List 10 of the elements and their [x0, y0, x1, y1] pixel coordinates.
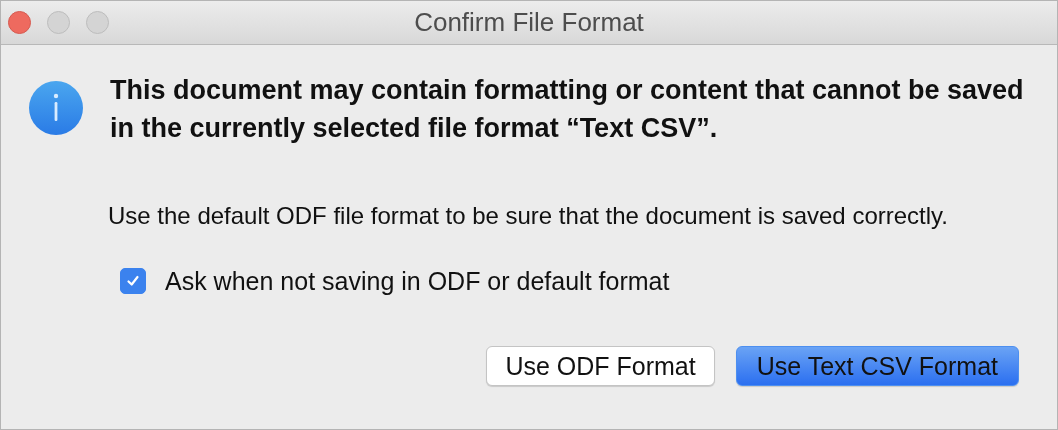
default-button[interactable]: Use Text CSV Format: [735, 346, 1019, 386]
dialog-button[interactable]: Use ODF Format: [486, 346, 715, 386]
window-title: Confirm File Format: [414, 7, 644, 38]
checkbox-label: Ask when not saving in ODF or default format: [165, 266, 670, 296]
close-button[interactable]: [8, 11, 31, 34]
ask-checkbox[interactable]: [120, 268, 146, 294]
message-text: Use the default ODF file format to be sure that the document is saved correctly.: [108, 201, 949, 230]
checkmark-icon: [126, 274, 140, 288]
message-heading: This document may contain formatting or content that cannot be saved in the currently selected file format “Text CSV”.: [110, 74, 1025, 145]
info-icon: [27, 79, 85, 137]
